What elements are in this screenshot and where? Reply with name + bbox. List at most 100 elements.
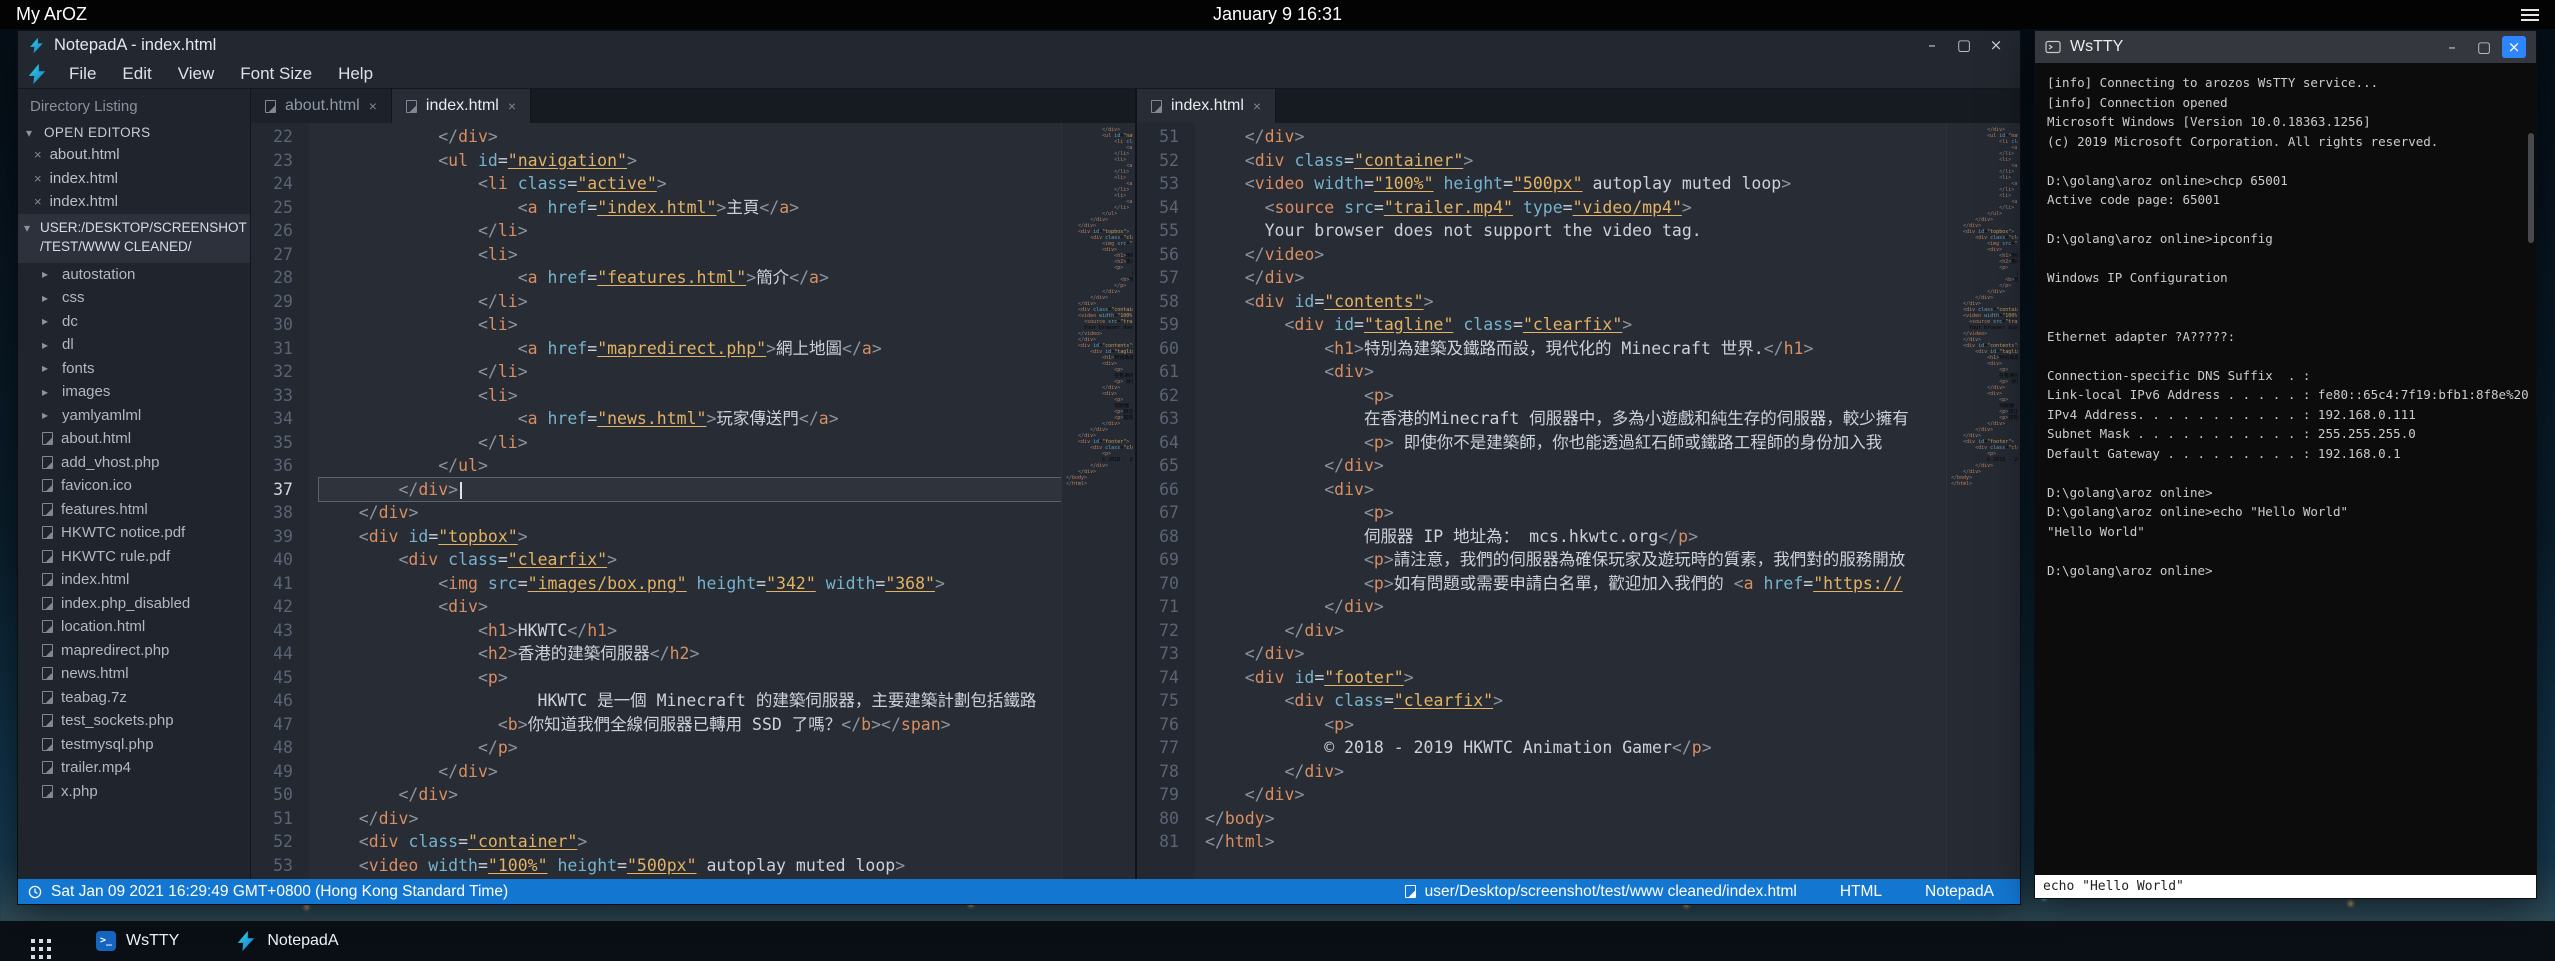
code-line[interactable]: <h1>HKWTC</h1> — [319, 619, 1061, 643]
file-item[interactable]: trailer.mp4 — [18, 756, 250, 780]
code-line[interactable]: <img src="images/box.png" height="342" w… — [319, 572, 1061, 596]
folder-item[interactable]: ▸fonts — [18, 357, 250, 381]
code-line[interactable]: <ul id="navigation"> — [319, 149, 1061, 173]
code-line[interactable]: <a href="features.html">簡介</a> — [319, 266, 1061, 290]
statusbar-language[interactable]: HTML — [1840, 883, 1882, 901]
taskbar-item-notepada[interactable]: NotepadA — [219, 921, 354, 961]
code-line[interactable]: <p> 即使你不是建築師，你也能透過紅石師或鐵路工程師的身份加入我 — [1205, 431, 1946, 455]
code-line[interactable]: <p> — [1205, 501, 1946, 525]
folder-item[interactable]: ▸images — [18, 380, 250, 404]
notepad-titlebar[interactable]: NotepadA - index.html – ▢ × — [18, 31, 2020, 59]
code-line[interactable]: HKWTC 是一個 Minecraft 的建築伺服器，主要建築計劃包括鐵路 — [319, 689, 1061, 713]
code-line[interactable]: </div> — [1205, 454, 1946, 478]
menu-font-size[interactable]: Font Size — [227, 61, 325, 87]
close-editor-icon[interactable]: × — [34, 194, 42, 209]
code-line[interactable]: <div> — [1205, 360, 1946, 384]
file-item[interactable]: index.html — [18, 568, 250, 592]
workspace-root-header[interactable]: ▾ USER:/DESKTOP/SCREENSHOT /TEST/WWW CLE… — [18, 214, 250, 263]
folder-item[interactable]: ▸yamlyamlml — [18, 404, 250, 428]
code-line[interactable]: </div> — [1205, 619, 1946, 643]
code-line[interactable]: <div id="footer"> — [1205, 666, 1946, 690]
launcher-grid-icon[interactable] — [10, 921, 56, 961]
code-line[interactable]: <a href="mapredirect.php">網上地圖</a> — [319, 337, 1061, 361]
file-item[interactable]: favicon.ico — [18, 474, 250, 498]
folder-item[interactable]: ▸dc — [18, 310, 250, 334]
code-line[interactable]: 在香港的Minecraft 伺服器中，多為小遊戲和純生存的伺服器，較少擁有 — [1205, 407, 1946, 431]
folder-item[interactable]: ▸css — [18, 286, 250, 310]
code-line[interactable]: <div class="container"> — [1205, 149, 1946, 173]
close-editor-icon[interactable]: × — [34, 147, 42, 162]
code-line[interactable]: </body> — [1205, 807, 1946, 831]
code-line[interactable]: <li> — [319, 313, 1061, 337]
code-line[interactable]: <h1>特別為建築及鐵路而設，現代化的 Minecraft 世界.</h1> — [1205, 337, 1946, 361]
code-line[interactable]: <b>你知道我們全線伺服器已轉用 SSD 了嗎？</b></span> — [319, 713, 1061, 737]
code-line[interactable]: </html> — [1205, 830, 1946, 854]
terminal-scrollbar[interactable] — [2528, 133, 2534, 243]
left-minimap[interactable]: </div> <ul id="navigation"> <li class="a… — [1061, 123, 1135, 879]
code-line[interactable]: </div> — [319, 478, 1061, 502]
menu-file[interactable]: File — [56, 61, 109, 87]
editor-tab-index.html[interactable]: index.html× — [1137, 89, 1276, 123]
file-item[interactable]: features.html — [18, 498, 250, 522]
code-line[interactable]: </div> — [1205, 595, 1946, 619]
file-item[interactable]: HKWTC rule.pdf — [18, 545, 250, 569]
system-menu-title[interactable]: My ArOZ — [16, 4, 87, 25]
terminal-output[interactable]: [info] Connecting to arozos WsTTY servic… — [2035, 63, 2536, 875]
code-line[interactable]: </div> — [319, 501, 1061, 525]
terminal-command-input[interactable] — [2035, 875, 2536, 898]
code-line[interactable]: </div> — [319, 125, 1061, 149]
menu-view[interactable]: View — [165, 61, 228, 87]
code-line[interactable]: <div id="tagline" class="clearfix"> — [1205, 313, 1946, 337]
open-editor-item[interactable]: ×index.html — [18, 190, 250, 214]
code-line[interactable]: 伺服器 IP 地址為： mcs.hkwtc.org</p> — [1205, 525, 1946, 549]
code-line[interactable]: <p>請注意，我們的伺服器為確保玩家及遊玩時的質素，我們對的服務開放 — [1205, 548, 1946, 572]
code-line[interactable]: <video width="100%" height="500px" autop… — [319, 854, 1061, 878]
code-line[interactable]: Your browser does not support the video … — [1205, 219, 1946, 243]
code-line[interactable]: <div> — [319, 595, 1061, 619]
file-item[interactable]: add_vhost.php — [18, 451, 250, 475]
wstty-titlebar[interactable]: WsTTY – ▢ × — [2035, 31, 2536, 63]
file-item[interactable]: news.html — [18, 662, 250, 686]
code-line[interactable]: </p> — [319, 736, 1061, 760]
code-line[interactable]: <li class="active"> — [319, 172, 1061, 196]
minimize-button[interactable]: – — [2438, 36, 2466, 58]
open-editor-item[interactable]: ×index.html — [18, 167, 250, 191]
code-line[interactable]: </div> — [319, 807, 1061, 831]
tab-close-icon[interactable]: × — [369, 98, 377, 114]
code-line[interactable]: <h2>香港的建築伺服器</h2> — [319, 642, 1061, 666]
code-line[interactable]: <p> — [319, 666, 1061, 690]
code-line[interactable]: </div> — [1205, 760, 1946, 784]
code-line[interactable]: </li> — [319, 431, 1061, 455]
code-line[interactable]: <video width="100%" height="500px" autop… — [1205, 172, 1946, 196]
code-line[interactable]: <div id="topbox"> — [319, 525, 1061, 549]
minimize-button[interactable]: – — [1918, 34, 1946, 56]
statusbar-filepath[interactable]: user/Desktop/screenshot/test/www cleaned… — [1425, 883, 1797, 901]
code-line[interactable]: </div> — [319, 760, 1061, 784]
file-item[interactable]: testmysql.php — [18, 733, 250, 757]
code-line[interactable]: </div> — [1205, 783, 1946, 807]
file-item[interactable]: test_sockets.php — [18, 709, 250, 733]
editor-tab-about.html[interactable]: about.html× — [251, 89, 392, 123]
file-item[interactable]: about.html — [18, 427, 250, 451]
file-item[interactable]: index.php_disabled — [18, 592, 250, 616]
maximize-button[interactable]: ▢ — [2470, 36, 2498, 58]
code-line[interactable]: </li> — [319, 360, 1061, 384]
open-editors-section-header[interactable]: ▾ OPEN EDITORS — [18, 122, 250, 143]
code-line[interactable]: <p> — [1205, 713, 1946, 737]
code-line[interactable]: </div> — [1205, 266, 1946, 290]
code-line[interactable]: </ul> — [319, 454, 1061, 478]
code-line[interactable]: © 2018 - 2019 HKWTC Animation Gamer</p> — [1205, 736, 1946, 760]
open-editor-item[interactable]: ×about.html — [18, 143, 250, 167]
code-line[interactable]: <div class="clearfix"> — [319, 548, 1061, 572]
folder-item[interactable]: ▸dl — [18, 333, 250, 357]
code-line[interactable]: <p> — [1205, 384, 1946, 408]
folder-item[interactable]: ▸autostation — [18, 263, 250, 287]
right-code[interactable]: </div> <div class="container"> <video wi… — [1195, 123, 1946, 879]
menu-help[interactable]: Help — [325, 61, 386, 87]
tab-close-icon[interactable]: × — [1253, 98, 1261, 114]
code-line[interactable]: </li> — [319, 219, 1061, 243]
code-line[interactable]: </div> — [1205, 125, 1946, 149]
code-line[interactable]: </video> — [1205, 243, 1946, 267]
menu-edit[interactable]: Edit — [109, 61, 164, 87]
code-line[interactable]: <li> — [319, 243, 1061, 267]
